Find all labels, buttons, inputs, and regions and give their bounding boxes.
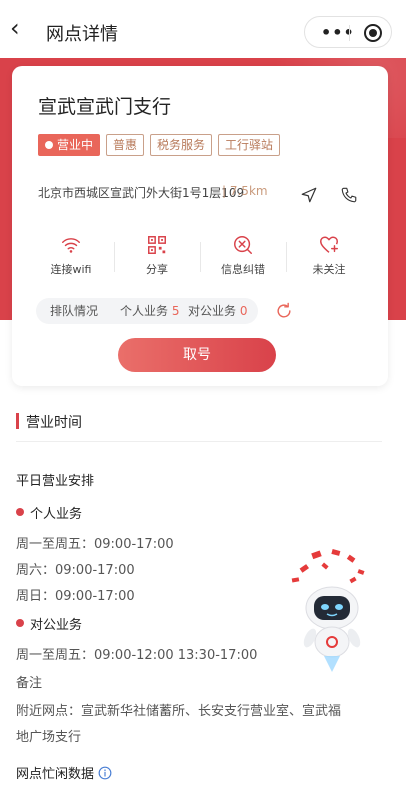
personal-hours-saturday: 周六：09:00-17:00 bbox=[16, 563, 135, 578]
notes-line-1: 附近网点：宣武新华社储蓄所、长安支行营业室、宣武福 bbox=[16, 704, 342, 719]
queue-corporate-label: 对公业务 bbox=[188, 304, 237, 318]
close-circle-icon bbox=[234, 236, 252, 254]
corporate-hours-weekday: 周一至周五：09:00-12:00 13:30-17:00 bbox=[16, 648, 258, 663]
action-follow[interactable]: 未关注 bbox=[286, 234, 372, 278]
busy-data-title: 网点忙闲数据 bbox=[16, 763, 112, 782]
robot-mascot-illustration bbox=[291, 549, 365, 672]
action-label: 分享 bbox=[146, 263, 168, 276]
action-report-error[interactable]: 信息纠错 bbox=[200, 234, 286, 278]
section-accent-bar bbox=[16, 413, 19, 429]
heart-add-icon bbox=[320, 236, 338, 253]
phone-icon[interactable] bbox=[340, 186, 358, 204]
tag-icbc-station: 工行驿站 bbox=[218, 134, 281, 156]
info-icon[interactable] bbox=[98, 766, 112, 780]
qrcode-icon bbox=[148, 236, 166, 254]
mini-program-capsule: ••• bbox=[304, 16, 392, 48]
section-title: 营业时间 bbox=[26, 415, 82, 431]
action-label: 未关注 bbox=[312, 263, 346, 276]
branch-name: 宣武宣武门支行 bbox=[38, 96, 172, 118]
personal-hours-sunday: 周日：09:00-17:00 bbox=[16, 589, 135, 604]
branch-address: 北京市西城区宣武门外大街1号1层109 bbox=[38, 186, 245, 200]
navigation-bar: ‹ 网点详情 ••• bbox=[0, 0, 406, 58]
action-share[interactable]: 分享 bbox=[114, 234, 200, 278]
quick-actions: 连接wifi 分享 信息纠错 未关注 bbox=[28, 234, 372, 278]
branch-tags: 营业中 普惠 税务服务 工行驿站 bbox=[38, 134, 281, 156]
navigate-arrow-icon[interactable] bbox=[300, 186, 318, 204]
queue-corporate-count: 0 bbox=[239, 304, 248, 318]
refresh-icon[interactable] bbox=[274, 301, 294, 321]
wifi-icon bbox=[62, 238, 80, 253]
busy-data-label: 网点忙闲数据 bbox=[16, 767, 95, 782]
business-hours-header: 营业时间 bbox=[16, 410, 382, 442]
tag-label: 营业中 bbox=[57, 138, 94, 152]
action-connect-wifi[interactable]: 连接wifi bbox=[28, 234, 114, 278]
status-dot-icon bbox=[45, 141, 53, 149]
tag-tax-service: 税务服务 bbox=[150, 134, 213, 156]
bullet-dot-icon bbox=[16, 508, 24, 516]
close-target-icon[interactable] bbox=[364, 24, 382, 42]
queue-status: 排队情况 个人业务 5 对公业务 0 bbox=[36, 298, 258, 324]
back-icon[interactable]: ‹ bbox=[10, 16, 36, 42]
queue-personal-label: 个人业务 bbox=[120, 304, 169, 318]
personal-hours-weekday: 周一至周五：09:00-17:00 bbox=[16, 537, 174, 552]
take-number-button[interactable]: 取号 bbox=[118, 338, 276, 372]
branch-distance: | 7.5km bbox=[222, 184, 268, 198]
notes-title: 备注 bbox=[16, 676, 43, 691]
tag-inclusive-finance: 普惠 bbox=[106, 134, 145, 156]
weekday-schedule-title: 平日营业安排 bbox=[16, 474, 95, 489]
queue-corporate: 对公业务 0 bbox=[188, 298, 247, 324]
queue-personal: 个人业务 5 bbox=[120, 298, 179, 324]
action-label: 信息纠错 bbox=[221, 263, 265, 276]
queue-personal-count: 5 bbox=[171, 304, 180, 318]
branch-card: 宣武宣武门支行 营业中 普惠 税务服务 工行驿站 北京市西城区宣武门外大街1号1… bbox=[12, 66, 388, 386]
tag-open-status: 营业中 bbox=[38, 134, 101, 156]
queue-label: 排队情况 bbox=[50, 304, 99, 318]
bullet-dot-icon bbox=[16, 619, 24, 627]
page-title: 网点详情 bbox=[46, 24, 118, 45]
capsule-divider bbox=[349, 25, 350, 41]
corporate-business-title: 对公业务 bbox=[30, 618, 83, 633]
personal-business-title: 个人业务 bbox=[30, 507, 83, 522]
notes-line-2: 地广场支行 bbox=[16, 730, 82, 745]
action-label: 连接wifi bbox=[50, 263, 92, 276]
